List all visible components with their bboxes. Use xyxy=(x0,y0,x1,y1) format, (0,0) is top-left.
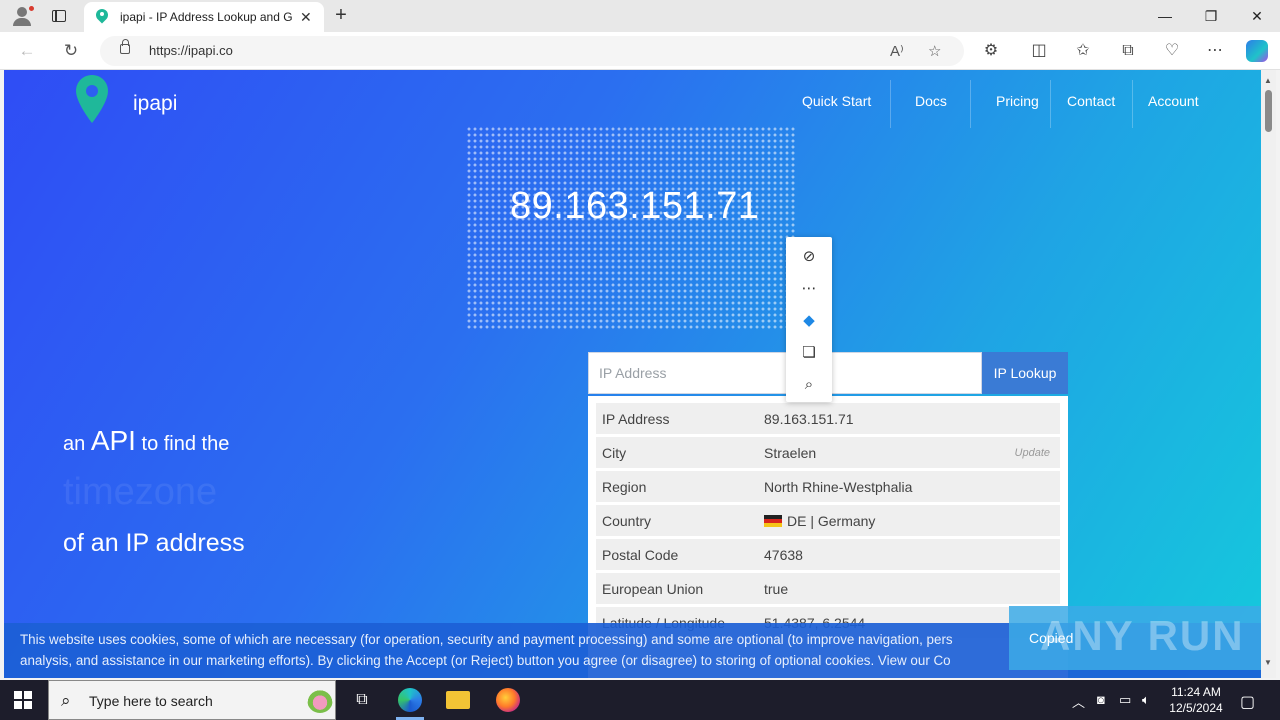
table-row: City Straelen Update xyxy=(596,437,1060,468)
taskbar-search[interactable]: ⌕ Type here to search xyxy=(48,680,336,720)
result-value: 47638 xyxy=(764,547,803,563)
country-text: DE | Germany xyxy=(787,513,876,529)
result-key: Postal Code xyxy=(602,547,679,563)
nav-divider xyxy=(890,80,891,128)
new-tab-button[interactable]: + xyxy=(330,4,352,26)
taskbar-search-placeholder: Type here to search xyxy=(89,693,213,709)
nav-contact[interactable]: Contact xyxy=(1055,70,1127,132)
selection-context-menu: ⊘ ⋯ ◆ ❏ ⌕ xyxy=(786,237,832,402)
restore-button[interactable]: ❐ xyxy=(1188,0,1234,32)
nav-divider xyxy=(1132,80,1133,128)
result-key: Region xyxy=(602,479,647,495)
web-page: ipapi Quick Start Docs Pricing Contact A… xyxy=(4,70,1261,678)
network-icon[interactable]: ▭ xyxy=(1119,692,1131,708)
search-highlight-icon xyxy=(307,687,333,713)
minimize-button[interactable]: — xyxy=(1142,0,1188,32)
copy-icon[interactable]: ❏ xyxy=(797,341,821,365)
result-value: North Rhine-Westphalia xyxy=(764,479,913,495)
collections-icon[interactable]: ⧉ xyxy=(1117,40,1139,62)
tab-actions-icon[interactable] xyxy=(50,7,68,25)
nav-pricing[interactable]: Pricing xyxy=(984,70,1051,132)
nav-account[interactable]: Account xyxy=(1136,70,1211,132)
notifications-icon[interactable]: ▢ xyxy=(1240,692,1255,712)
cookie-text: This website uses cookies, some of which… xyxy=(20,632,953,668)
result-value: Straelen xyxy=(764,445,817,461)
back-button[interactable]: ← xyxy=(16,40,38,62)
favorite-star-icon[interactable]: ☆ xyxy=(928,42,941,60)
anyrun-watermark: ANY RUN xyxy=(1040,612,1245,659)
update-link[interactable]: Update xyxy=(1015,447,1050,459)
favorites-icon[interactable]: ✩ xyxy=(1072,40,1094,62)
table-row: Postal Code 47638 xyxy=(596,539,1060,570)
profile-icon[interactable] xyxy=(8,4,36,28)
result-value: 89.163.151.71 xyxy=(764,411,854,427)
task-view-icon[interactable]: ⧉ xyxy=(338,680,386,720)
split-screen-icon[interactable]: ◫ xyxy=(1028,40,1050,62)
read-aloud-icon[interactable]: A⁾ xyxy=(890,42,904,60)
ipapi-favicon-icon xyxy=(96,9,108,25)
clock-time: 11:24 AM xyxy=(1171,685,1221,699)
eye-off-icon[interactable]: ⊘ xyxy=(797,245,821,269)
extensions-icon[interactable]: ⚙ xyxy=(980,40,1002,62)
flag-de-icon xyxy=(764,515,782,527)
table-row: IP Address 89.163.151.71 xyxy=(596,403,1060,434)
result-key: IP Address xyxy=(602,411,670,427)
file-explorer-icon[interactable] xyxy=(434,680,482,720)
tray-chevron-icon[interactable]: ︿ xyxy=(1072,692,1085,711)
page-scrollbar[interactable]: ▲ ▼ xyxy=(1261,70,1276,678)
result-value-country: DE | Germany xyxy=(764,513,875,529)
settings-more-icon[interactable]: ⋯ xyxy=(1204,40,1226,62)
browser-toolbar: ← ↻ https://ipapi.co A⁾ ☆ ⚙ ◫ ✩ ⧉ ♡ ⋯ xyxy=(0,32,1280,70)
scroll-down-icon[interactable]: ▼ xyxy=(1264,658,1272,667)
url-text[interactable]: https://ipapi.co xyxy=(149,43,233,58)
more-icon[interactable]: ⋯ xyxy=(797,277,821,301)
taskbar-clock[interactable]: 11:24 AM 12/5/2024 xyxy=(1160,684,1232,716)
lock-icon[interactable] xyxy=(120,39,130,54)
browser-essentials-icon[interactable]: ♡ xyxy=(1161,40,1183,62)
copilot-icon[interactable]: ◆ xyxy=(797,309,821,333)
ip-lookup-button[interactable]: IP Lookup xyxy=(982,352,1068,394)
tagline-line2: of an IP address xyxy=(63,529,245,557)
nav-divider xyxy=(970,80,971,128)
tab-strip: ipapi - IP Address Lookup and Ge ✕ + — ❐… xyxy=(0,0,1280,32)
browser-tab[interactable]: ipapi - IP Address Lookup and Ge ✕ xyxy=(84,2,324,32)
tagline-api: API xyxy=(90,425,136,456)
result-value: true xyxy=(764,581,789,597)
ipapi-logo-icon[interactable] xyxy=(76,75,108,123)
search-icon[interactable]: ⌕ xyxy=(797,373,821,397)
firefox-icon[interactable] xyxy=(484,680,532,720)
clock-date: 12/5/2024 xyxy=(1169,701,1223,715)
detected-ip: 89.163.151.71 xyxy=(510,185,760,227)
search-icon: ⌕ xyxy=(61,691,71,710)
tab-title: ipapi - IP Address Lookup and Ge xyxy=(120,10,292,24)
result-key: Country xyxy=(602,513,652,529)
tagline-post: to find the xyxy=(135,433,230,455)
windows-start-icon[interactable] xyxy=(14,691,32,709)
windows-taskbar: ⌕ Type here to search ⧉ ︿ ◙ ▭ 🔈︎ 11:24 A… xyxy=(0,680,1280,720)
tagline-rotating-word: timezone xyxy=(63,471,218,513)
tagline-pre: an xyxy=(63,433,91,455)
world-map-dots xyxy=(466,126,796,331)
edge-taskbar-icon[interactable] xyxy=(386,680,434,720)
copilot-icon[interactable] xyxy=(1246,40,1268,62)
nav-divider xyxy=(1050,80,1051,128)
close-window-button[interactable]: ✕ xyxy=(1234,0,1280,32)
nav-docs[interactable]: Docs xyxy=(903,70,959,132)
scrollbar-thumb[interactable] xyxy=(1265,90,1272,132)
address-bar[interactable]: https://ipapi.co A⁾ ☆ xyxy=(100,36,964,66)
tray-app-icon[interactable]: ◙ xyxy=(1097,692,1105,707)
brand-name[interactable]: ipapi xyxy=(133,92,177,116)
table-row: Region North Rhine-Westphalia xyxy=(596,471,1060,502)
table-row: Country DE | Germany xyxy=(596,505,1060,536)
refresh-button[interactable]: ↻ xyxy=(60,40,82,62)
nav-quick-start[interactable]: Quick Start xyxy=(790,70,883,132)
close-tab-icon[interactable]: ✕ xyxy=(300,9,312,26)
ip-address-input[interactable] xyxy=(588,352,982,394)
result-key: European Union xyxy=(602,581,704,597)
result-key: City xyxy=(602,445,627,461)
table-row: European Union true xyxy=(596,573,1060,604)
scroll-up-icon[interactable]: ▲ xyxy=(1264,76,1272,85)
volume-icon[interactable]: 🔈︎ xyxy=(1142,692,1150,708)
tagline-line1: an API to find the xyxy=(63,425,229,457)
